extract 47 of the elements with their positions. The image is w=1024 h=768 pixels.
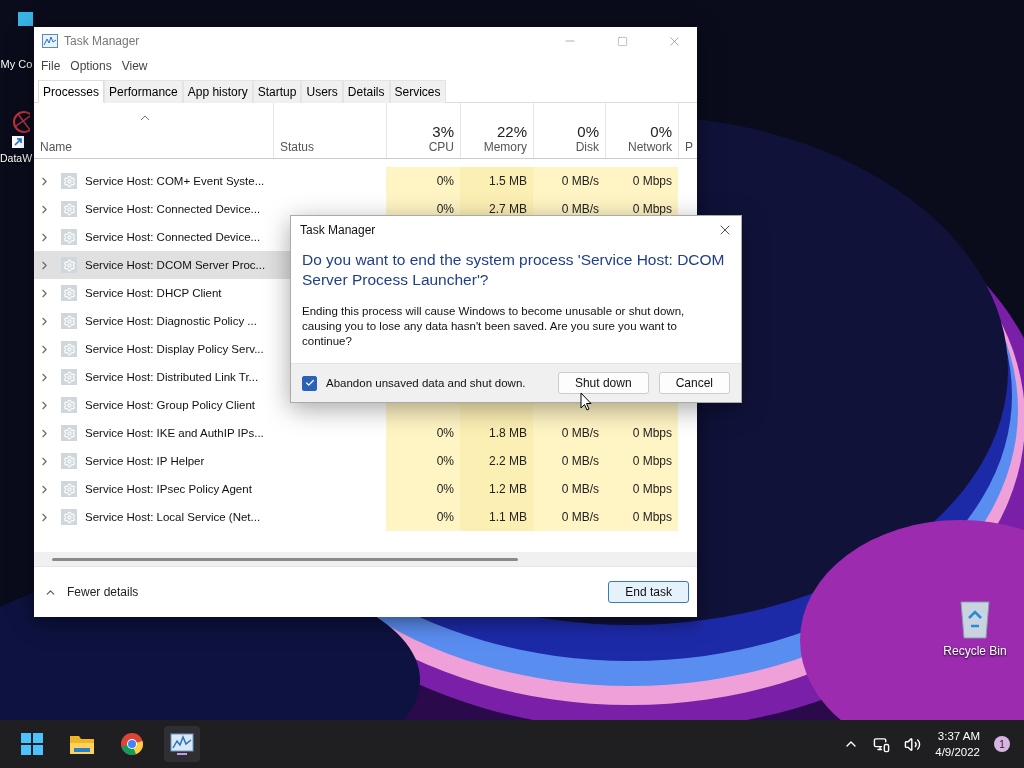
process-name: Service Host: IP Helper (85, 455, 205, 467)
table-cell: 0 MB/s (561, 174, 599, 188)
process-name: Service Host: IKE and AuthIP IPs... (85, 427, 264, 439)
dialog-title: Task Manager (300, 223, 376, 237)
clock-date: 4/9/2022 (935, 745, 980, 760)
table-cell: 0 MB/s (561, 202, 599, 216)
window-title: Task Manager (64, 34, 141, 48)
table-cell: 0 Mbps (632, 174, 672, 188)
table-cell: 1.2 MB (489, 482, 527, 496)
process-name: Service Host: Local Service (Net... (85, 511, 261, 523)
table-cell: 0 Mbps (632, 510, 672, 524)
table-cell: 1.8 MB (489, 426, 527, 440)
table-cell: 0% (436, 202, 454, 216)
table-cell: 0% (436, 482, 454, 496)
clock-time: 3:37 AM (937, 729, 980, 744)
table-cell: 1.5 MB (489, 174, 527, 188)
usage-percent: 0% (650, 123, 672, 140)
usage-percent: 3% (432, 123, 454, 140)
table-cell: 0 Mbps (632, 482, 672, 496)
table-cell: 1.1 MB (489, 510, 527, 524)
process-name: Service Host: COM+ Event Syste... (85, 175, 265, 187)
table-cell: 0 Mbps (632, 454, 672, 468)
table-cell: 2.7 MB (489, 202, 527, 216)
table-cell: 0% (436, 510, 454, 524)
process-name: Service Host: Connected Device... (85, 203, 261, 215)
table-cell: 0 MB/s (561, 510, 599, 524)
process-name: Service Host: Diagnostic Policy ... (85, 315, 257, 327)
process-name: Service Host: Group Policy Client (85, 399, 255, 411)
process-name: Service Host: DCOM Server Proc... (85, 259, 266, 271)
dialog-message: Ending this process will cause Windows to become unusable or shut down, causing you to lose any data hasn't been saved. Are you sure you want to continue? (302, 304, 686, 349)
usage-percent: 22% (496, 123, 527, 140)
table-cell: 2.2 MB (489, 454, 527, 468)
table-cell: 0% (436, 454, 454, 468)
table-cell: 0 Mbps (632, 426, 672, 440)
table-cell: 0 MB/s (561, 482, 599, 496)
table-cell: 0% (436, 426, 454, 440)
table-cell: 0% (436, 174, 454, 188)
dialog-heading: Do you want to end the system process 'Service Host: DCOM Server Process Launcher'? (302, 250, 726, 290)
process-name: Service Host: DHCP Client (85, 287, 222, 299)
table-cell: 0 Mbps (632, 202, 672, 216)
table-cell: 0 MB/s (561, 426, 599, 440)
process-name: Service Host: IPsec Policy Agent (85, 483, 252, 495)
process-name: Service Host: Distributed Link Tr... (85, 371, 259, 383)
table-cell: 0 MB/s (561, 454, 599, 468)
process-name: Service Host: Display Policy Serv... (85, 343, 264, 355)
usage-percent: 0% (577, 123, 599, 140)
process-name: Service Host: Connected Device... (85, 231, 261, 243)
